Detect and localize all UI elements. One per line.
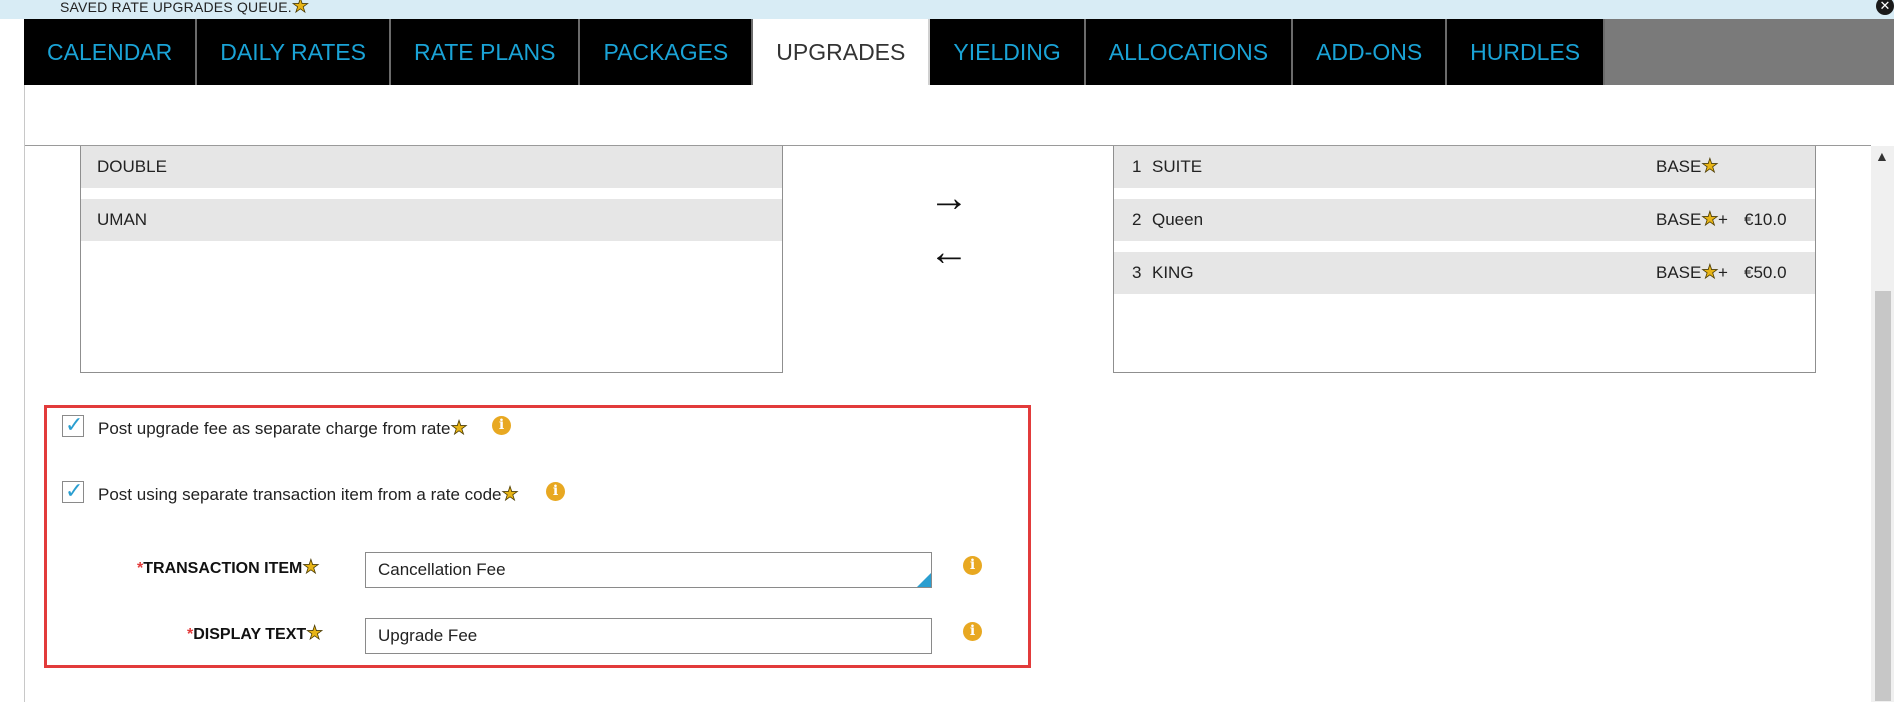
move-right-arrow-icon[interactable]: →	[929, 178, 969, 218]
queue-base: BASE★	[1656, 209, 1719, 231]
star-icon: ★	[1701, 156, 1719, 178]
display-text-input[interactable]: Upgrade Fee	[365, 618, 932, 654]
list-item[interactable]: DOUBLE	[81, 146, 782, 188]
post-separate-charge-checkbox[interactable]	[62, 412, 84, 438]
queue-rank: 1	[1132, 157, 1142, 176]
star-icon: ★	[1701, 209, 1719, 231]
queue-base: BASE★	[1656, 262, 1719, 284]
star-icon: ★	[1701, 262, 1719, 284]
header-strip	[25, 85, 1871, 146]
tab-rate-plans[interactable]: RATE PLANS	[390, 19, 581, 85]
queue-plus: +	[1718, 210, 1728, 229]
tab-daily-rates[interactable]: DAILY RATES	[197, 19, 391, 85]
tab-allocations[interactable]: ALLOCATIONS	[1085, 19, 1294, 85]
display-text-value: Upgrade Fee	[378, 626, 478, 645]
transaction-item-value: Cancellation Fee	[378, 560, 506, 579]
tab-add-ons[interactable]: ADD-ONS	[1293, 19, 1448, 85]
queue-room-name: KING	[1152, 263, 1194, 282]
queue-room-name: Queen	[1152, 210, 1204, 229]
dropdown-corner-icon	[917, 573, 931, 587]
list-item[interactable]: UMAN	[81, 199, 782, 241]
list-item-label: DOUBLE	[97, 157, 167, 176]
transaction-item-select[interactable]: Cancellation Fee	[365, 552, 932, 588]
queue-plus: +	[1718, 263, 1728, 282]
upgrades-content: DOUBLE UMAN → ← 1 SUITE BASE★ 2 Queen BA…	[24, 85, 1894, 702]
queue-room-name: SUITE	[1152, 157, 1203, 176]
scroll-thumb[interactable]	[1875, 291, 1891, 701]
upgrade-queue-list[interactable]: 1 SUITE BASE★ 2 Queen BASE★ + €10.0 3 KI…	[1113, 146, 1816, 373]
table-row[interactable]: 3 KING BASE★ + €50.0	[1114, 252, 1815, 294]
table-row[interactable]: 2 Queen BASE★ + €10.0	[1114, 199, 1815, 241]
post-separate-item-label: Post using separate transaction item fro…	[98, 484, 519, 506]
star-icon: ★	[501, 484, 519, 506]
list-item-label: UMAN	[97, 210, 148, 229]
post-separate-charge-label: Post upgrade fee as separate charge from…	[98, 418, 468, 440]
star-icon: ★	[306, 623, 324, 645]
info-icon[interactable]: i	[492, 416, 511, 435]
main-tabs: CALENDAR DAILY RATES RATE PLANS PACKAGES…	[24, 19, 1894, 85]
tab-yielding[interactable]: YIELDING	[930, 19, 1086, 85]
close-icon[interactable]: ✕	[1876, 0, 1894, 15]
star-icon: ★	[450, 418, 468, 440]
scroll-up-icon[interactable]: ▲	[1875, 148, 1889, 164]
tab-calendar[interactable]: CALENDAR	[24, 19, 198, 85]
info-icon[interactable]: i	[546, 482, 565, 501]
available-room-list[interactable]: DOUBLE UMAN	[80, 146, 783, 373]
post-separate-item-checkbox[interactable]	[62, 478, 84, 504]
transaction-item-label: *TRANSACTION ITEM★	[137, 557, 320, 579]
display-text-label: *DISPLAY TEXT★	[187, 623, 324, 645]
table-row[interactable]: 1 SUITE BASE★	[1114, 146, 1815, 188]
info-icon[interactable]: i	[963, 556, 982, 575]
upgrade-fee-options: Post upgrade fee as separate charge from…	[44, 405, 1031, 668]
star-icon: ★	[291, 0, 310, 17]
queue-base: BASE★	[1656, 156, 1719, 178]
notification-text: SAVED RATE UPGRADES QUEUE.★	[60, 0, 310, 17]
queue-amount: €50.0	[1744, 263, 1787, 282]
scrollbar[interactable]: ▲	[1871, 146, 1894, 702]
notification-bar: SAVED RATE UPGRADES QUEUE.★ ✕	[0, 0, 1894, 19]
queue-amount: €10.0	[1744, 210, 1787, 229]
info-icon[interactable]: i	[963, 622, 982, 641]
tab-packages[interactable]: PACKAGES	[580, 19, 754, 85]
queue-rank: 2	[1132, 210, 1142, 229]
queue-rank: 3	[1132, 263, 1142, 282]
tab-hurdles[interactable]: HURDLES	[1447, 19, 1606, 85]
tab-upgrades[interactable]: UPGRADES	[753, 19, 931, 85]
move-left-arrow-icon[interactable]: ←	[929, 232, 969, 272]
star-icon: ★	[302, 557, 320, 579]
